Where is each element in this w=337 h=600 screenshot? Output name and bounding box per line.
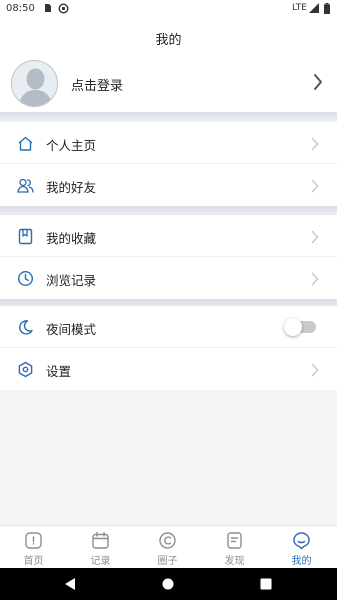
home-circle-icon (162, 578, 174, 590)
home-icon (17, 135, 34, 152)
avatar[interactable] (11, 60, 58, 107)
tab-mine[interactable]: 我的 (268, 526, 335, 569)
menu-section-settings: 夜间模式 设置 (0, 306, 337, 390)
status-time: 08:50 (6, 3, 35, 14)
app-header: 我的 (0, 18, 337, 56)
menu-section-content: 我的收藏 浏览记录 (0, 215, 337, 299)
system-nav-bar (0, 568, 337, 600)
menu-item-settings[interactable]: 设置 (0, 348, 337, 390)
tab-home[interactable]: 首页 (0, 526, 67, 569)
bottom-tab-bar: 首页 记录 圈子 发现 我的 (0, 525, 337, 568)
menu-item-label: 我的好友 (46, 180, 97, 195)
tab-label: 我的 (291, 556, 312, 567)
back-button[interactable] (50, 568, 90, 600)
default-avatar-icon (12, 61, 57, 106)
chevron-right-icon (311, 271, 319, 290)
friends-icon (17, 177, 34, 194)
tab-label: 发现 (224, 556, 245, 567)
settings-icon (17, 361, 34, 378)
menu-section-profile: 个人主页 我的好友 (0, 122, 337, 206)
circle-icon (159, 532, 176, 549)
sim-card-icon (44, 3, 52, 16)
chevron-right-icon (311, 229, 319, 248)
menu-item-label: 夜间模式 (46, 322, 97, 337)
chevron-right-icon (311, 136, 319, 155)
tab-label: 记录 (90, 556, 111, 567)
menu-item-my-friends[interactable]: 我的好友 (0, 164, 337, 206)
night-mode-toggle[interactable] (284, 318, 316, 336)
status-bar: 08:50 LTE (0, 0, 337, 18)
tab-label: 首页 (23, 556, 44, 567)
menu-item-night-mode: 夜间模式 (0, 306, 337, 348)
menu-item-label: 浏览记录 (46, 273, 97, 288)
menu-item-label: 我的收藏 (46, 231, 97, 246)
network-type: LTE (292, 3, 307, 13)
menu-item-my-favorites[interactable]: 我的收藏 (0, 215, 337, 257)
tab-records[interactable]: 记录 (67, 526, 134, 569)
document-icon (227, 532, 242, 549)
recents-button[interactable] (246, 568, 286, 600)
home-button[interactable] (148, 568, 188, 600)
profile-tab-icon (293, 532, 310, 550)
menu-item-label: 设置 (46, 364, 72, 379)
tab-discover[interactable]: 发现 (201, 526, 268, 569)
calendar-icon (92, 531, 109, 549)
back-triangle-icon (65, 578, 75, 590)
login-label[interactable]: 点击登录 (71, 75, 123, 94)
menu-item-label: 个人主页 (46, 138, 97, 153)
signal-icon (309, 3, 319, 16)
menu-item-personal-home[interactable]: 个人主页 (0, 122, 337, 164)
clock-icon (17, 270, 34, 287)
page-title: 我的 (155, 33, 182, 48)
toggle-knob (284, 318, 302, 336)
chevron-right-icon[interactable] (313, 73, 323, 95)
login-row[interactable]: 点击登录 (0, 56, 337, 112)
moon-icon (17, 319, 34, 336)
bookmark-icon (17, 228, 34, 245)
sync-icon (58, 3, 69, 17)
menu-item-browse-history[interactable]: 浏览记录 (0, 257, 337, 299)
home-tab-icon (25, 532, 42, 549)
recents-square-icon (260, 578, 272, 590)
section-divider (0, 112, 337, 122)
battery-icon (324, 3, 330, 17)
tab-circle[interactable]: 圈子 (134, 526, 201, 569)
chevron-right-icon (311, 178, 319, 197)
chevron-right-icon (311, 362, 319, 381)
tab-label: 圈子 (157, 556, 178, 567)
